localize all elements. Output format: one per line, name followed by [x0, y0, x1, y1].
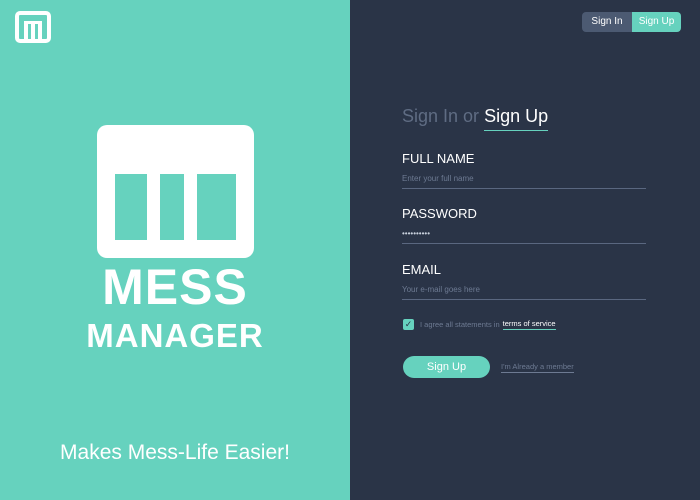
password-group: PASSWORD — [402, 206, 646, 244]
brand-title-line2: MANAGER — [86, 317, 264, 354]
full-name-group: FULL NAME — [402, 151, 646, 189]
terms-agreement: ✓ I agree all statements in terms of ser… — [403, 319, 556, 330]
logo-large-icon — [97, 125, 254, 258]
switch-sign-up-button[interactable]: Sign Up — [632, 12, 681, 32]
email-group: EMAIL — [402, 262, 646, 300]
form-tabs: Sign In or Sign Up — [402, 105, 549, 131]
terms-checkbox[interactable]: ✓ — [403, 319, 414, 330]
full-name-label: FULL NAME — [402, 151, 475, 166]
terms-statement-text: I agree all statements in — [420, 320, 500, 329]
brand-tagline: Makes Mess-Life Easier! — [60, 441, 290, 464]
brand-title-line1: MESS — [102, 259, 248, 315]
email-label: EMAIL — [402, 262, 442, 277]
brand-panel: MESS MANAGER Makes Mess-Life Easier! — [0, 0, 350, 500]
email-input[interactable] — [402, 284, 646, 300]
tab-sign-up[interactable]: Sign Up — [484, 105, 549, 131]
already-member-link[interactable]: I'm Already a member — [501, 362, 574, 373]
full-name-input[interactable] — [402, 173, 646, 189]
tab-sign-in[interactable]: Sign In — [402, 106, 458, 126]
sign-up-submit-button[interactable]: Sign Up — [403, 356, 490, 378]
password-label: PASSWORD — [402, 206, 477, 221]
switch-sign-in-button[interactable]: Sign In — [582, 12, 632, 32]
terms-of-service-link[interactable]: terms of service — [502, 319, 556, 330]
password-input[interactable] — [402, 228, 646, 244]
auth-mode-switch: Sign In Sign Up — [582, 12, 681, 32]
form-panel — [350, 0, 700, 500]
tabs-separator: or — [463, 106, 480, 126]
logo-icon[interactable] — [15, 11, 51, 43]
